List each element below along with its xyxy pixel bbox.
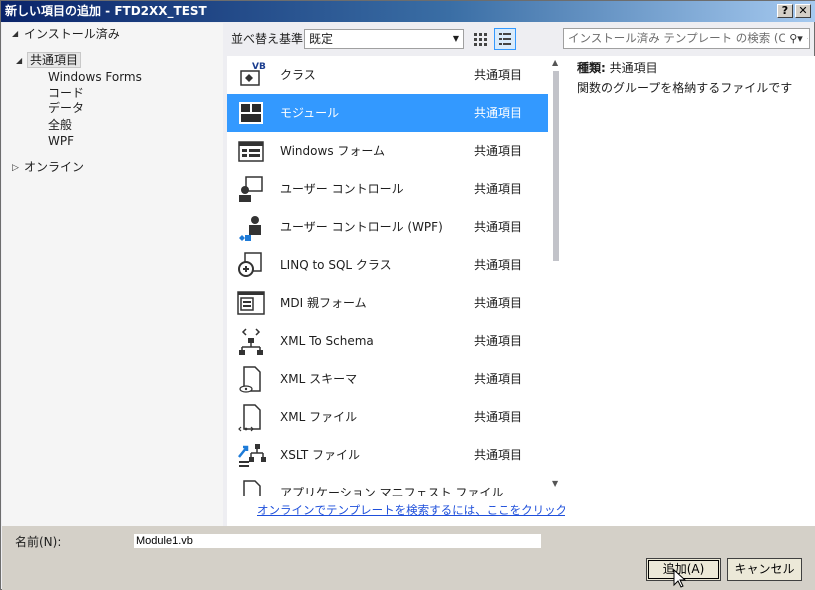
online-search-area: オンラインでテンプレートを検索するには、ここをクリックします。 [227, 496, 612, 526]
scroll-thumb[interactable] [553, 71, 559, 261]
list-item[interactable]: Windows フォーム 共通項目 [227, 132, 548, 170]
list-item[interactable]: XML ファイル 共通項目 [227, 398, 548, 436]
category-tree: ◢ インストール済み ◢ 共通項目 Windows Forms コード データ … [2, 23, 223, 526]
medium-icons-view-button[interactable] [469, 28, 491, 50]
form-icon [238, 141, 264, 162]
item-category: 共通項目 [474, 258, 523, 272]
linq-icon [238, 252, 262, 277]
grid-view-icon [474, 33, 487, 46]
list-view-button[interactable] [494, 28, 516, 50]
item-name: クラス [280, 68, 316, 82]
sort-value: 既定 [309, 32, 334, 46]
list-item[interactable]: モジュール 共通項目 [227, 94, 548, 132]
template-list: VB クラス 共通項目 モジュール 共通項目 Windows フォーム 共通項目… [227, 56, 548, 496]
online-search-link[interactable]: オンラインでテンプレートを検索するには、ここをクリックします。 [257, 502, 612, 518]
list-item[interactable]: XML To Schema 共通項目 [227, 322, 548, 360]
type-label: 種類: [577, 61, 606, 75]
scroll-down-icon[interactable]: ▼ [552, 479, 558, 488]
item-name: XML To Schema [280, 334, 374, 348]
item-category: 共通項目 [474, 448, 523, 462]
list-item[interactable]: XSLT ファイル 共通項目 [227, 436, 548, 474]
item-name: XML スキーマ [280, 372, 358, 386]
sort-label: 並べ替え基準: [231, 32, 308, 46]
name-label: 名前(N): [15, 535, 62, 549]
list-item[interactable]: VB クラス 共通項目 [227, 56, 548, 94]
tree-item-data[interactable]: データ [48, 100, 84, 116]
xml-schema-icon [239, 328, 263, 355]
item-category: 共通項目 [474, 220, 523, 234]
module-icon [239, 102, 263, 124]
tree-item-wpf[interactable]: WPF [48, 133, 74, 149]
item-category: 共通項目 [474, 410, 523, 424]
type-line: 種類: 共通項目 [577, 60, 658, 76]
title-bar: 新しい項目の追加 - FTD2XX_TEST ? ✕ [1, 1, 815, 22]
item-category: 共通項目 [474, 372, 523, 386]
list-scrollbar[interactable]: ▲ ▼ [548, 56, 565, 496]
chevron-down-icon: ▼ [452, 34, 459, 43]
help-button[interactable]: ? [777, 4, 793, 18]
collapsed-triangle-icon[interactable]: ▷ [12, 163, 19, 173]
close-button[interactable]: ✕ [795, 4, 811, 18]
wpf-user-control-icon [239, 216, 261, 241]
list-item[interactable]: LINQ to SQL クラス 共通項目 [227, 246, 548, 284]
list-item[interactable]: MDI 親フォーム 共通項目 [227, 284, 548, 322]
item-category: 共通項目 [474, 296, 523, 310]
list-item[interactable]: ユーザー コントロール (WPF) 共通項目 [227, 208, 548, 246]
expanded-triangle-icon[interactable]: ◢ [12, 29, 18, 38]
item-name: XSLT ファイル [280, 448, 361, 462]
name-input[interactable] [134, 534, 541, 548]
user-control-icon [239, 176, 263, 202]
item-name: LINQ to SQL クラス [280, 258, 392, 272]
window-title: 新しい項目の追加 - FTD2XX_TEST [5, 4, 207, 18]
add-new-item-dialog: 新しい項目の追加 - FTD2XX_TEST ? ✕ ◢ インストール済み ◢ … [0, 0, 815, 590]
search-icon[interactable]: ⚲▾ [785, 29, 807, 48]
details-pane: 種類: 共通項目 関数のグループを格納するファイルです [565, 56, 815, 526]
item-name: アプリケーション マニフェスト ファイル [280, 486, 504, 496]
type-value: 共通項目 [609, 61, 658, 75]
xsd-icon [239, 366, 261, 393]
list-item[interactable]: XML スキーマ 共通項目 [227, 360, 548, 398]
list-item[interactable]: アプリケーション マニフェスト ファイル [227, 474, 548, 496]
search-placeholder: インストール済み テンプレート の検索 (Ctrl+ [568, 31, 809, 45]
item-name: ユーザー コントロール [280, 182, 404, 196]
item-name: MDI 親フォーム [280, 296, 367, 310]
template-search-input[interactable]: インストール済み テンプレート の検索 (Ctrl+ ⚲▾ [563, 28, 810, 49]
item-name: モジュール [280, 106, 340, 120]
manifest-icon [243, 480, 261, 496]
tree-item-code[interactable]: コード [48, 85, 84, 101]
item-name: ユーザー コントロール (WPF) [280, 220, 443, 234]
list-view-icon [499, 33, 511, 45]
xslt-icon [238, 444, 266, 467]
tree-item-common[interactable]: 共通項目 [27, 52, 82, 68]
item-name: Windows フォーム [280, 144, 386, 158]
item-name: XML ファイル [280, 410, 358, 424]
mdi-form-icon [237, 291, 265, 315]
xml-file-icon [238, 404, 261, 432]
item-category: 共通項目 [474, 106, 523, 120]
expanded-triangle-icon[interactable]: ◢ [16, 56, 22, 65]
item-category: 共通項目 [474, 68, 523, 82]
scroll-up-icon[interactable]: ▲ [552, 58, 558, 67]
tree-item-installed[interactable]: インストール済み [24, 26, 120, 42]
vb-class-icon: VB [240, 62, 266, 86]
tree-item-online[interactable]: オンライン [24, 159, 84, 175]
cancel-button[interactable]: キャンセル [727, 558, 802, 581]
item-category: 共通項目 [474, 144, 523, 158]
mouse-cursor-icon [673, 569, 687, 588]
tree-item-windows-forms[interactable]: Windows Forms [48, 69, 142, 85]
sort-select[interactable]: 既定 ▼ [304, 29, 464, 49]
list-item[interactable]: ユーザー コントロール 共通項目 [227, 170, 548, 208]
item-category: 共通項目 [474, 334, 523, 348]
description: 関数のグループを格納するファイルです [577, 81, 793, 95]
tree-item-general[interactable]: 全般 [48, 117, 72, 133]
item-category: 共通項目 [474, 182, 523, 196]
